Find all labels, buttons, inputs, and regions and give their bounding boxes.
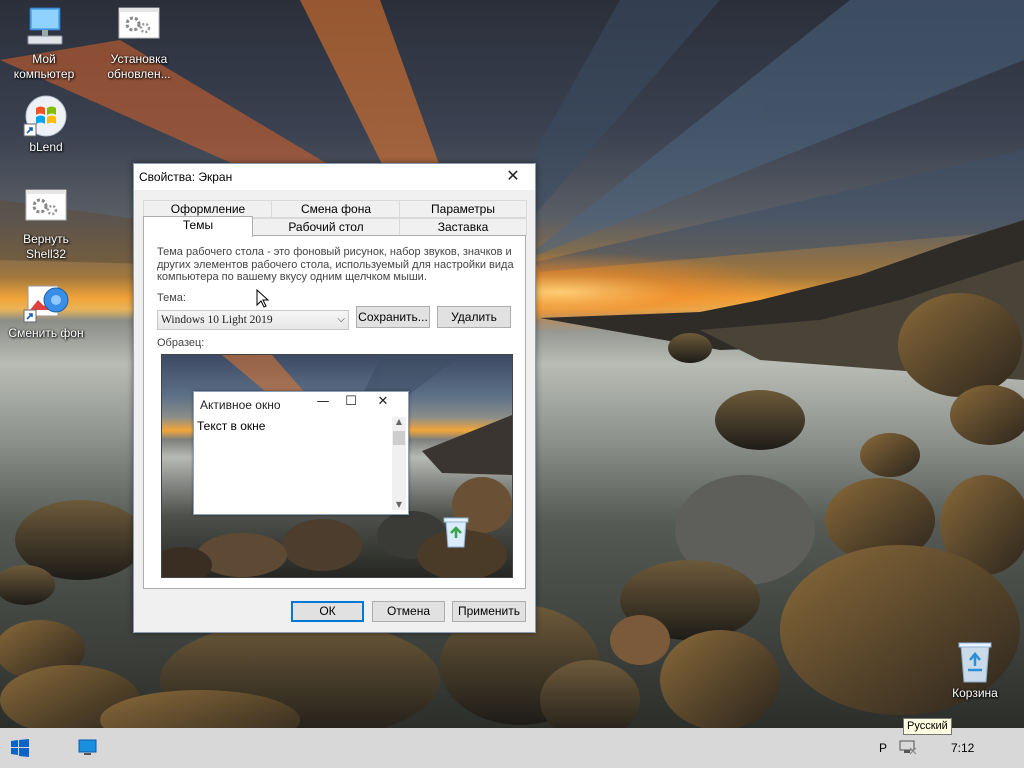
close-button[interactable]: ✕ — [491, 164, 535, 190]
display-properties-dialog[interactable]: Свойства: Экран ✕ Оформление Смена фона … — [133, 163, 536, 633]
desktop-icon-restore-shell32[interactable]: Вернуть Shell32 — [4, 186, 88, 262]
desktop-icon-label: Корзина — [952, 686, 998, 700]
minimize-icon: — — [316, 394, 330, 409]
recycle-bin-icon — [958, 642, 992, 683]
taskbar: Р 7:12 — [0, 728, 1024, 768]
desktop-icon-install-updates[interactable]: Установка обновлен... — [97, 6, 181, 82]
theme-select-value: Windows 10 Light 2019 — [161, 314, 273, 326]
close-icon: ✕ — [506, 166, 520, 185]
theme-select[interactable]: Windows 10 Light 2019 ⌵ — [157, 310, 349, 330]
theme-preview: Активное окно — ☐ ✕ Текст в окне ▲ ▼ — [161, 354, 513, 578]
themes-description: Тема рабочего стола - это фоновый рисуно… — [157, 246, 514, 283]
show-desktop-taskbar-button[interactable] — [76, 736, 100, 760]
desktop-icon-label: Установка обновлен... — [107, 52, 171, 81]
scroll-up-icon: ▲ — [395, 417, 403, 426]
maximize-icon: ☐ — [345, 394, 357, 409]
save-theme-button[interactable]: Сохранить... — [356, 306, 430, 328]
ok-button[interactable]: ОК — [291, 601, 364, 622]
desktop-icon-my-computer[interactable]: Мой компьютер — [2, 6, 86, 82]
delete-theme-button[interactable]: Удалить — [437, 306, 511, 328]
language-indicator[interactable]: Р — [879, 741, 887, 755]
windows-logo-icon — [23, 95, 67, 137]
sample-label: Образец: — [157, 337, 205, 349]
chevron-down-icon: ⌵ — [337, 314, 345, 325]
preview-scrollbar: ▲ ▼ — [392, 417, 406, 510]
windows-start-icon — [11, 739, 29, 757]
start-button[interactable] — [8, 736, 32, 760]
preview-window-title: Активное окно — [200, 398, 281, 412]
recycle-bin-icon — [443, 517, 469, 548]
language-tooltip: Русский — [903, 718, 952, 735]
scroll-down-icon: ▼ — [395, 500, 403, 509]
network-icon[interactable] — [898, 740, 918, 756]
preview-active-window: Активное окно — ☐ ✕ Текст в окне ▲ ▼ — [193, 391, 409, 515]
change-wallpaper-icon — [23, 285, 69, 323]
tab-strip: Оформление Смена фона Параметры Темы Раб… — [143, 200, 527, 238]
close-icon: ✕ — [377, 394, 389, 409]
desktop-icon — [78, 739, 97, 755]
clock[interactable]: 7:12 — [951, 741, 974, 755]
desktop-icon-label: Сменить фон — [8, 326, 84, 340]
tab-screensaver[interactable]: Заставка — [399, 218, 527, 236]
desktop-icon-label: bLend — [29, 140, 63, 154]
dialog-title: Свойства: Экран — [139, 170, 233, 184]
preview-window-text: Текст в окне — [197, 419, 266, 433]
dialog-titlebar[interactable]: Свойства: Экран ✕ — [134, 164, 535, 190]
computer-icon — [27, 7, 63, 45]
theme-label: Тема: — [157, 292, 186, 304]
desktop-icon-recycle-bin[interactable]: Корзина — [933, 640, 1017, 701]
tab-change-wallpaper[interactable]: Смена фона — [271, 200, 401, 218]
desktop-icon-blend[interactable]: bLend — [4, 94, 88, 155]
desktop-icon-label: Мой компьютер — [13, 52, 75, 81]
tab-themes[interactable]: Темы — [143, 216, 253, 237]
cancel-button[interactable]: Отмена — [372, 601, 445, 622]
gear-icon — [25, 189, 67, 221]
scroll-thumb — [393, 431, 405, 445]
tab-settings[interactable]: Параметры — [399, 200, 527, 218]
apply-button[interactable]: Применить — [452, 601, 526, 622]
mouse-cursor-icon — [256, 289, 270, 308]
desktop-icon-change-wallpaper[interactable]: Сменить фон — [4, 280, 88, 341]
themes-panel: Тема рабочего стола - это фоновый рисуно… — [143, 235, 526, 589]
gear-icon — [118, 7, 160, 39]
desktop-icon-label: Вернуть Shell32 — [23, 232, 69, 261]
tab-desktop[interactable]: Рабочий стол — [252, 218, 400, 236]
